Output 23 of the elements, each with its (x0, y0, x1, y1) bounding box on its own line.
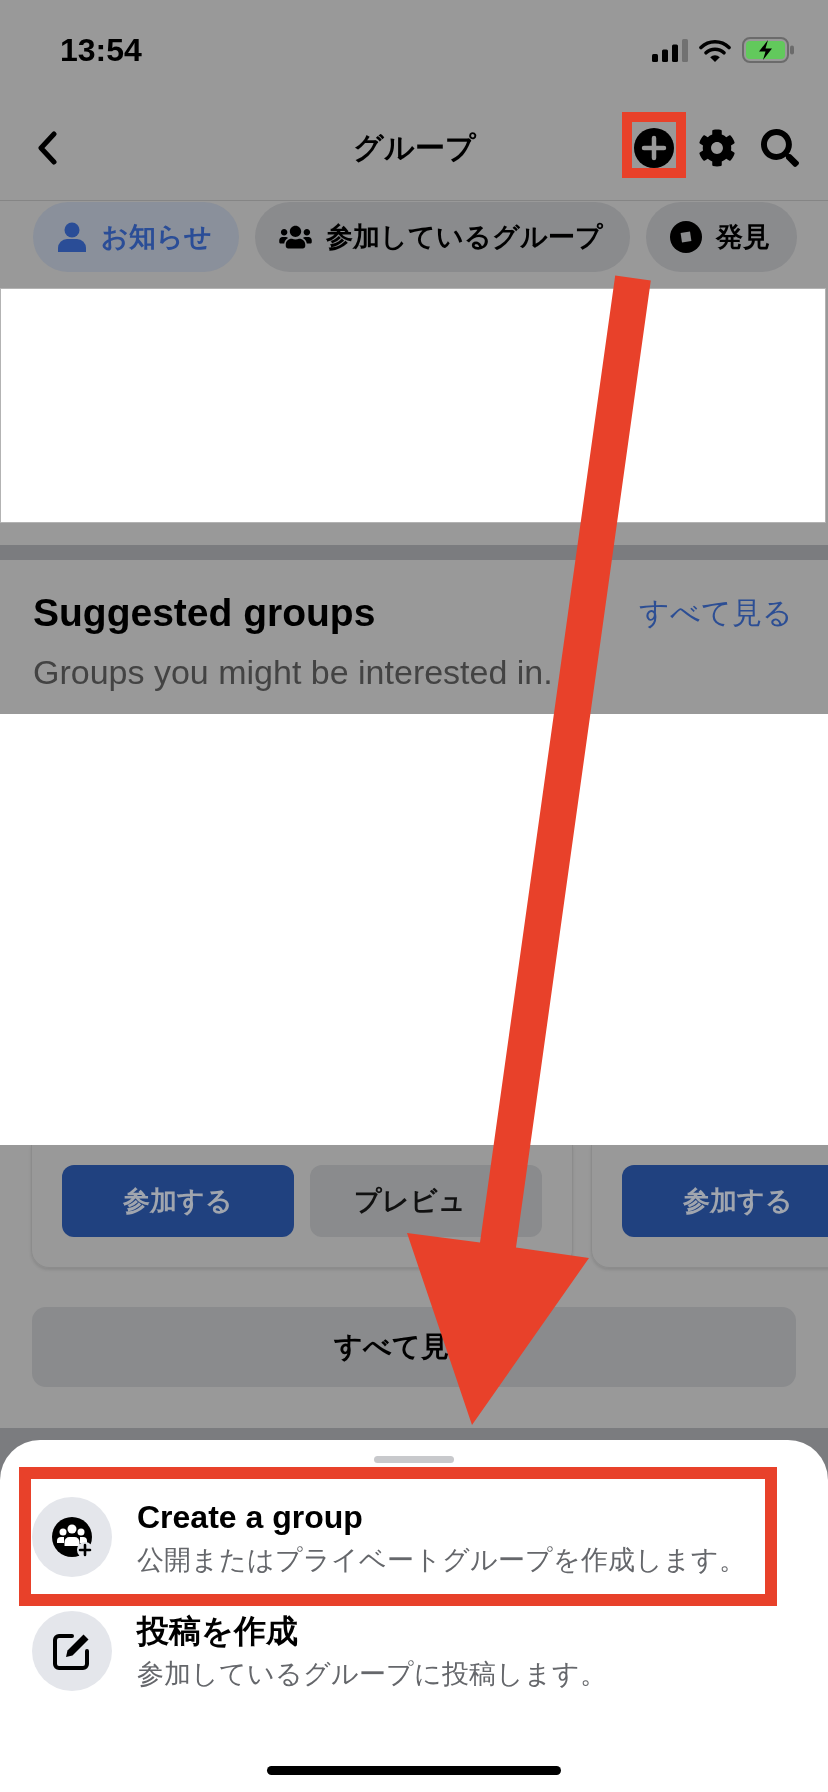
person-icon (57, 222, 87, 252)
settings-icon[interactable] (698, 129, 736, 167)
status-time: 13:54 (60, 32, 142, 68)
menu-item[interactable]: 投稿を作成 参加しているグループに投稿します。 (32, 1610, 607, 1692)
section-subtitle: Groups you might be interested in. (33, 652, 553, 692)
people-icon (279, 224, 312, 250)
filter-tab[interactable]: 参加しているグループ (255, 202, 630, 272)
search-icon[interactable] (761, 129, 799, 167)
join-button[interactable]: 参加する (622, 1165, 828, 1237)
edit-icon (32, 1611, 112, 1691)
back-icon[interactable] (36, 131, 58, 165)
menu-item[interactable]: Create a group 公開またはプライベートグループを作成します。 (32, 1496, 746, 1578)
group-add-icon (32, 1497, 112, 1577)
drag-handle[interactable] (374, 1456, 454, 1463)
battery-charging-icon (742, 37, 795, 63)
plus-circle-icon[interactable] (634, 128, 674, 168)
section-title: Suggested groups (33, 591, 377, 635)
wifi-icon (699, 38, 731, 62)
compass-icon (670, 221, 702, 253)
signal-icon (652, 38, 688, 62)
join-button[interactable]: 参加する (62, 1165, 294, 1237)
filter-tab[interactable]: 発見 (646, 202, 797, 272)
page-title: グループ (352, 130, 476, 166)
